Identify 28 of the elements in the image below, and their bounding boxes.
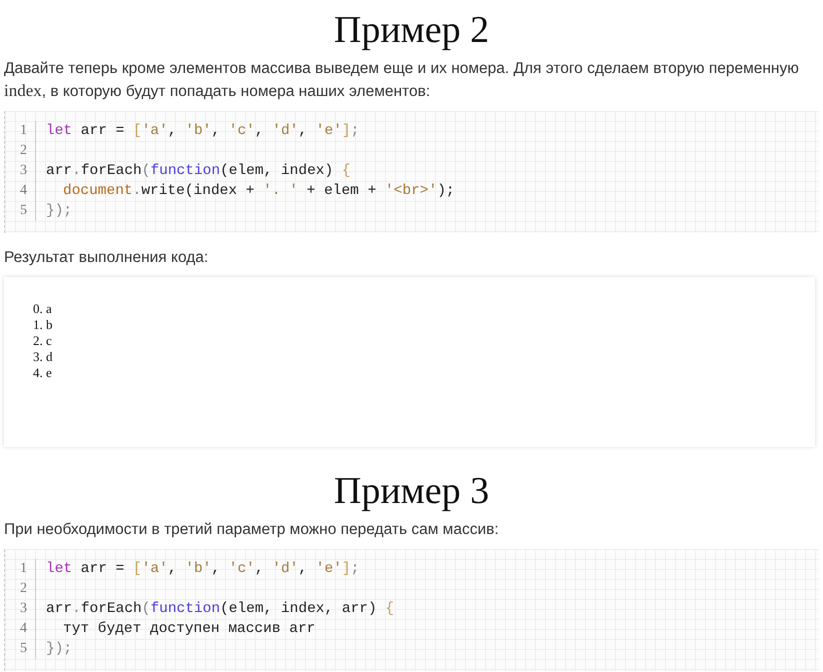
- output-line: 0. a: [33, 301, 53, 317]
- code-line: });: [46, 202, 72, 221]
- line-number: 2: [5, 579, 36, 599]
- code-line: тут будет доступен массив arr: [63, 620, 316, 639]
- line-number: 1: [5, 559, 36, 579]
- line-number: 1: [5, 121, 36, 141]
- section-heading: Пример 2: [332, 8, 490, 52]
- code-line: arr.forEach(function(elem, index) {: [46, 162, 351, 181]
- intro-paragraph: При необходимости в третий параметр можно передать сам массив:: [4, 520, 500, 540]
- line-number: 3: [5, 599, 36, 619]
- code-line: let arr = ['a', 'b', 'c', 'd', 'e'];: [46, 122, 360, 141]
- line-number: 3: [5, 161, 36, 181]
- line-number: 4: [5, 619, 36, 639]
- code-line: });: [46, 640, 72, 659]
- section-heading: Пример 3: [332, 469, 490, 513]
- intro-paragraph: Давайте теперь кроме элементов массива выведем еще и их номера. Для этого сделаем вторую переменную index, в которую будут попадать номера наших элементов:: [4, 59, 800, 102]
- line-number: 2: [5, 141, 36, 161]
- output-line: 1. b: [33, 317, 54, 333]
- code-line: document.write(index + '. ' + elem + '<br>');: [63, 182, 455, 201]
- line-number: 4: [5, 181, 36, 201]
- output-line: 2. c: [33, 333, 53, 349]
- result-label: Результат выполнения кода:: [4, 248, 210, 268]
- line-number: 5: [5, 201, 36, 221]
- code-line: arr.forEach(function(elem, index, arr) {: [46, 600, 394, 619]
- output-line: 4. e: [33, 365, 53, 381]
- line-number: 5: [5, 639, 36, 659]
- output-line: 3. d: [33, 349, 54, 365]
- code-line: let arr = ['a', 'b', 'c', 'd', 'e'];: [46, 560, 360, 579]
